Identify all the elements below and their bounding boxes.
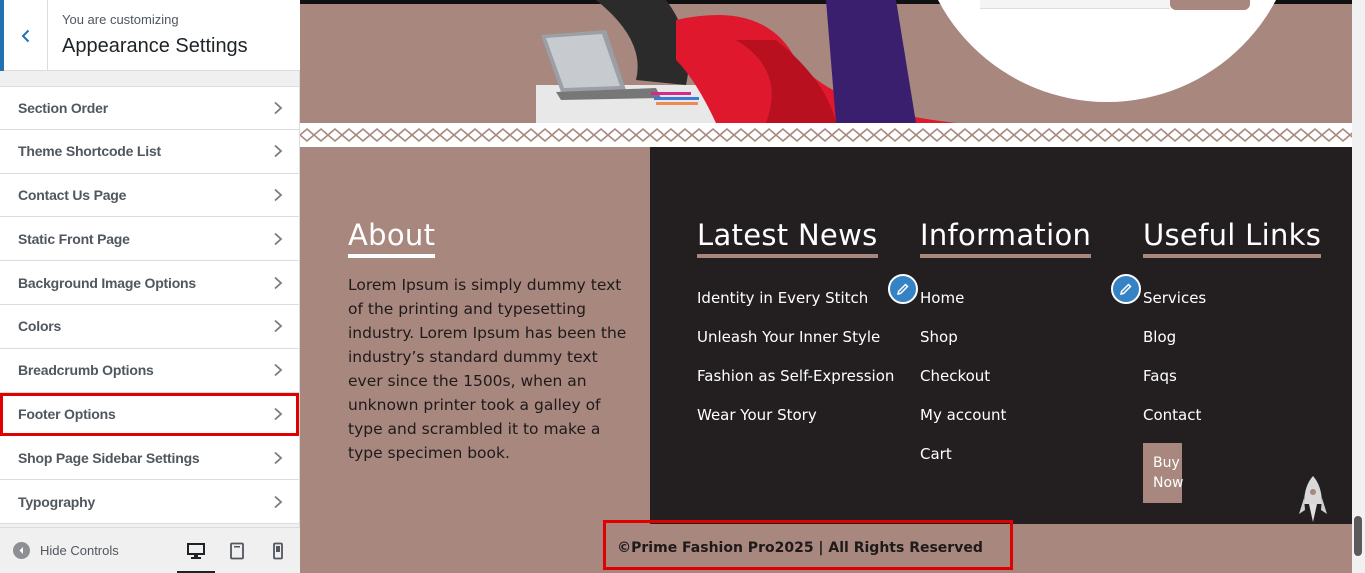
chevron-right-icon: [273, 232, 283, 246]
chevron-right-icon: [273, 495, 283, 509]
buy-now-button[interactable]: Buy Now: [1143, 443, 1184, 503]
hero-search-button: [1170, 0, 1250, 10]
menu-item-label: Typography: [18, 493, 96, 510]
menu-item-footer-options[interactable]: Footer Options: [0, 392, 299, 437]
edit-shortcut-pencil-icon[interactable]: [888, 274, 918, 304]
section-menu: Section Order Theme Shortcode List Conta…: [0, 86, 299, 524]
menu-item-label: Section Order: [18, 99, 108, 116]
useful-link-blog[interactable]: Blog: [1143, 328, 1206, 367]
chevron-left-icon: [21, 29, 29, 42]
menu-item-label: Breadcrumb Options: [18, 362, 154, 379]
customizer-sidebar: You are customizing Appearance Settings …: [0, 0, 300, 573]
menu-item-breadcrumb-options[interactable]: Breadcrumb Options: [0, 348, 299, 393]
menu-item-section-order[interactable]: Section Order: [0, 86, 299, 130]
hero-search-bar: [980, 0, 1170, 9]
site-preview: About Lorem Ipsum is simply dummy text o…: [300, 0, 1352, 573]
info-link-home[interactable]: Home: [920, 289, 1006, 328]
edit-shortcut-pencil-icon[interactable]: [1111, 274, 1141, 304]
about-heading: About: [348, 218, 436, 259]
menu-item-label: Theme Shortcode List: [18, 143, 162, 160]
panel-title: Appearance Settings: [62, 35, 248, 57]
useful-link-contact[interactable]: Contact: [1143, 406, 1206, 445]
useful-link-services[interactable]: Services: [1143, 289, 1206, 328]
preview-scrollbar[interactable]: [1352, 0, 1365, 573]
useful-links-heading: Useful Links: [1143, 218, 1322, 259]
collapse-arrow-icon: [13, 542, 30, 559]
chevron-right-icon: [273, 144, 283, 158]
sidebar-footer: Hide Controls: [0, 527, 300, 573]
hero-fashion-image: [536, 0, 956, 123]
menu-item-background-image-options[interactable]: Background Image Options: [0, 261, 299, 305]
chevron-right-icon: [273, 319, 283, 333]
menu-item-contact-us-page[interactable]: Contact Us Page: [0, 173, 299, 218]
chevron-right-icon: [273, 451, 283, 465]
scroll-top-rocket-icon[interactable]: [1298, 474, 1328, 524]
menu-item-label: Colors: [18, 318, 62, 335]
latest-news-heading: Latest News: [697, 218, 878, 259]
useful-links-list: Services Blog Faqs Contact: [1143, 289, 1206, 445]
tablet-icon[interactable]: [226, 540, 248, 562]
menu-item-colors[interactable]: Colors: [0, 304, 299, 349]
info-link-cart[interactable]: Cart: [920, 445, 1006, 484]
menu-item-label: Background Image Options: [18, 274, 196, 291]
menu-item-theme-shortcode-list[interactable]: Theme Shortcode List: [0, 129, 299, 174]
back-button[interactable]: [0, 0, 48, 71]
news-link[interactable]: Wear Your Story: [697, 406, 894, 445]
customizing-subtitle: You are customizing: [62, 12, 179, 27]
copyright-highlight-box: [603, 520, 1013, 570]
mobile-icon[interactable]: [267, 540, 289, 562]
menu-item-shop-page-sidebar-settings[interactable]: Shop Page Sidebar Settings: [0, 436, 299, 481]
news-link[interactable]: Identity in Every Stitch: [697, 289, 894, 328]
menu-item-typography[interactable]: Typography: [0, 480, 299, 524]
hide-controls-button[interactable]: Hide Controls: [13, 542, 119, 559]
news-link[interactable]: Unleash Your Inner Style: [697, 328, 894, 367]
info-link-shop[interactable]: Shop: [920, 328, 1006, 367]
information-list: Home Shop Checkout My account Cart: [920, 289, 1006, 484]
menu-item-label: Static Front Page: [18, 230, 130, 247]
buy-now-label-line2: Now: [1153, 475, 1184, 491]
news-link[interactable]: Fashion as Self-Expression: [697, 367, 894, 406]
chevron-right-icon: [273, 407, 283, 421]
hero-circle-shape: [916, 0, 1298, 102]
info-link-my-account[interactable]: My account: [920, 406, 1006, 445]
scrollbar-thumb[interactable]: [1354, 516, 1362, 556]
buy-now-label-line1: Buy: [1153, 455, 1180, 471]
information-heading: Information: [920, 218, 1092, 259]
chevron-right-icon: [273, 101, 283, 115]
desktop-icon[interactable]: [177, 540, 215, 573]
hide-controls-label: Hide Controls: [40, 543, 119, 558]
info-link-checkout[interactable]: Checkout: [920, 367, 1006, 406]
menu-item-static-front-page[interactable]: Static Front Page: [0, 217, 299, 262]
decorative-diamond-border: [300, 123, 1352, 147]
menu-item-label: Footer Options: [18, 405, 116, 422]
menu-item-label: Shop Page Sidebar Settings: [18, 449, 200, 466]
latest-news-list: Identity in Every Stitch Unleash Your In…: [697, 289, 894, 445]
about-text: Lorem Ipsum is simply dummy text of the …: [348, 276, 627, 462]
chevron-right-icon: [273, 276, 283, 290]
sidebar-header: You are customizing Appearance Settings: [0, 0, 300, 71]
chevron-right-icon: [273, 188, 283, 202]
menu-item-label: Contact Us Page: [18, 186, 127, 203]
useful-link-faqs[interactable]: Faqs: [1143, 367, 1206, 406]
chevron-right-icon: [273, 363, 283, 377]
